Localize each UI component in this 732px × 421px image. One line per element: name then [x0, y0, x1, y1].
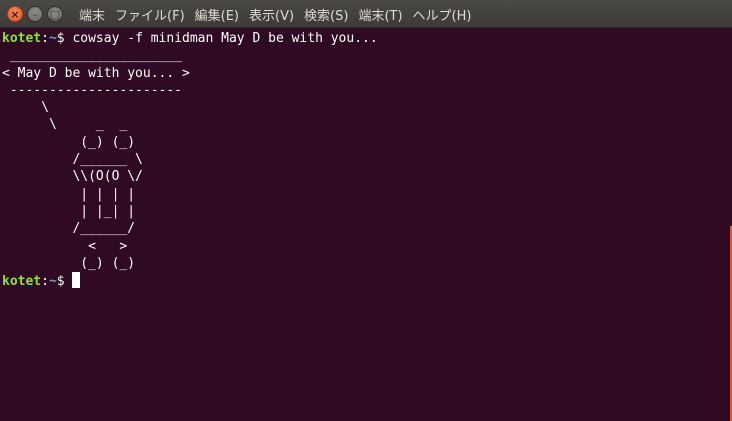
terminal-window: × – □ 端末 ファイル(F) 編集(E) 表示(V) 検索(S) 端末(T)… — [0, 0, 732, 421]
output-line: (_) (_) — [2, 255, 136, 271]
output-line: \ — [2, 100, 49, 116]
menu-file[interactable]: ファイル(F) — [115, 5, 185, 24]
prompt-path: ~ — [48, 31, 57, 46]
close-button[interactable]: × — [7, 6, 23, 22]
prompt-dollar: $ — [56, 31, 65, 46]
prompt-separator: : — [41, 31, 49, 46]
text-cursor — [72, 272, 81, 289]
window-controls: × – □ — [7, 6, 63, 22]
title-bar: × – □ 端末 ファイル(F) 編集(E) 表示(V) 検索(S) 端末(T)… — [0, 0, 732, 28]
menu-edit[interactable]: 編集(E) — [195, 5, 239, 24]
output-line: ______________________ — [2, 48, 183, 64]
menu-help[interactable]: ヘルプ(H) — [413, 5, 472, 24]
output-line: ---------------------- — [2, 82, 183, 98]
output-line: \\(O(O \/ — [2, 169, 143, 185]
output-line: | |_| | — [2, 203, 136, 219]
output-line: \ _ _ — [2, 117, 128, 133]
menu-terminal-title: 端末 — [79, 8, 106, 24]
prompt-separator: : — [41, 274, 49, 290]
prompt-path: ~ — [48, 274, 57, 290]
maximize-button[interactable]: □ — [47, 6, 63, 22]
menu-bar: 端末 ファイル(F) 編集(E) 表示(V) 検索(S) 端末(T) ヘルプ(H… — [79, 0, 481, 28]
output-line: | | | | — [2, 186, 136, 202]
prompt-dollar: $ — [56, 274, 65, 290]
command-text: cowsay -f minidman May D be with you... — [64, 31, 378, 46]
prompt-user: kotet — [2, 274, 42, 290]
output-line: /______ \ — [2, 152, 143, 168]
command-line: kotet:~$ cowsay -f minidman May D be wit… — [2, 30, 730, 47]
output-line: /______/ — [2, 221, 136, 237]
terminal-output-area[interactable]: kotet:~$ cowsay -f minidman May D be wit… — [0, 28, 730, 421]
menu-view[interactable]: 表示(V) — [249, 5, 294, 24]
minimize-button[interactable]: – — [27, 6, 43, 22]
prompt-user: kotet — [2, 31, 42, 46]
prompt-line: kotet:~$ — [2, 272, 730, 289]
output-line: < May D be with you... > — [2, 65, 190, 81]
output-line: (_) (_) — [2, 134, 136, 150]
output-line: < > — [2, 238, 128, 254]
menu-search[interactable]: 検索(S) — [304, 5, 348, 24]
menu-terminal[interactable]: 端末(T) — [358, 5, 402, 24]
